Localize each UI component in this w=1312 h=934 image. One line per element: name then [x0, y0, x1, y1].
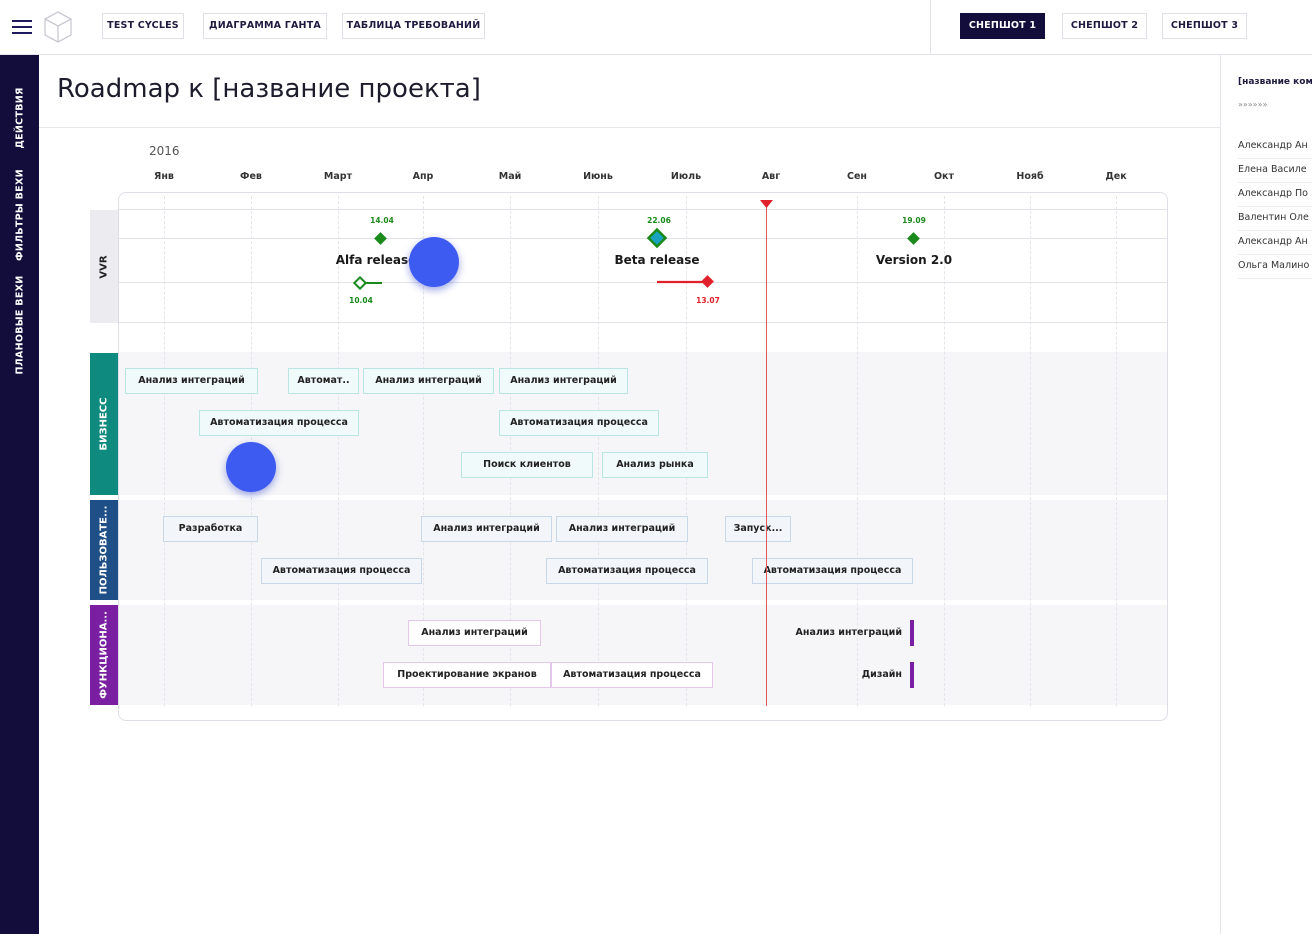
- version-2-label[interactable]: Version 2.0: [854, 253, 974, 267]
- grid-line: [338, 196, 339, 706]
- team-member[interactable]: Елена Василе: [1238, 159, 1312, 183]
- cube-icon: [44, 11, 72, 43]
- task-bar[interactable]: Запуск...: [725, 516, 791, 542]
- task-bar[interactable]: Анализ интеграций: [408, 620, 541, 646]
- task-bar[interactable]: Автоматизация процесса: [199, 410, 359, 436]
- lane-label-text: БИЗНЕСС: [98, 397, 110, 451]
- task-bar[interactable]: Разработка: [163, 516, 258, 542]
- task-bar[interactable]: Анализ интеграций: [125, 368, 258, 394]
- beta-actual-date: 13.07: [696, 296, 720, 305]
- task-bar[interactable]: Анализ интеграций: [499, 368, 628, 394]
- touch-indicator: [226, 442, 276, 492]
- beta-plan-diamond-icon[interactable]: [646, 227, 668, 249]
- deadline-marker[interactable]: Анализ интеграций: [770, 620, 914, 646]
- milestone-row-divider: [119, 282, 1167, 283]
- task-bar[interactable]: Автомат..: [288, 368, 359, 394]
- task-bar[interactable]: Анализ интеграций: [421, 516, 552, 542]
- deadline-marker[interactable]: Дизайн: [834, 662, 914, 688]
- lane-label-user: ПОЛЬЗОВАТЕ...: [90, 500, 118, 600]
- page-title: Roadmap к [название проекта]: [57, 74, 481, 104]
- lane-label-vvr: VVR: [90, 210, 118, 323]
- lane-label-text: ФУНКЦИОНА...: [98, 611, 110, 699]
- team-subtitle: »»»»»»: [1238, 100, 1268, 109]
- topbar-divider: [930, 0, 931, 55]
- left-sidebar: ДЕЙСТВИЯ ФИЛЬТРЫ ВЕХИ ПЛАНОВЫЕ ВЕХИ: [0, 55, 39, 934]
- team-member[interactable]: Ольга Малино: [1238, 255, 1312, 279]
- tab-requirements-table[interactable]: ТАБЛИЦА ТРЕБОВАНИЙ: [342, 13, 485, 39]
- snapshot-1-button[interactable]: СНЕПШОТ 1: [960, 13, 1045, 39]
- lane-band-functional: [119, 605, 1167, 705]
- tab-test-cycles[interactable]: TEST CYCLES: [102, 13, 184, 39]
- grid-line: [164, 196, 165, 706]
- team-title: [название ком: [1238, 77, 1312, 87]
- today-marker-arrow-icon: [760, 200, 773, 208]
- milestone-row-divider: [119, 209, 1167, 210]
- lane-band-user: [119, 500, 1167, 600]
- top-bar: TEST CYCLES ДИАГРАММА ГАНТА ТАБЛИЦА ТРЕБ…: [0, 0, 1312, 55]
- month-label: Янв: [154, 171, 174, 182]
- alfa-plan-date: 14.04: [370, 216, 394, 225]
- task-bar[interactable]: Автоматизация процесса: [752, 558, 913, 584]
- lane-label-business: БИЗНЕСС: [90, 353, 118, 495]
- task-bar[interactable]: Анализ рынка: [602, 452, 708, 478]
- task-bar[interactable]: Автоматизация процесса: [499, 410, 659, 436]
- sidebar-item-label: ПЛАНОВЫЕ ВЕХИ: [14, 275, 26, 375]
- task-bar[interactable]: Проектирование экранов: [383, 662, 551, 688]
- grid-line: [686, 196, 687, 706]
- month-label: Июнь: [583, 171, 613, 182]
- beta-plan-date: 22.06: [647, 216, 671, 225]
- task-bar[interactable]: Поиск клиентов: [461, 452, 593, 478]
- month-label: Дек: [1105, 171, 1127, 182]
- today-marker: [766, 205, 767, 706]
- month-label: Май: [498, 171, 522, 182]
- month-label: Авг: [761, 171, 781, 182]
- sidebar-item-actions[interactable]: ДЕЙСТВИЯ: [0, 73, 39, 163]
- beta-release-label[interactable]: Beta release: [597, 253, 717, 267]
- lane-label-text: VVR: [98, 254, 110, 279]
- month-label: Окт: [933, 171, 955, 182]
- milestone-row-divider: [119, 322, 1167, 323]
- task-bar[interactable]: Автоматизация процесса: [261, 558, 422, 584]
- sidebar-item-milestone-filters[interactable]: ФИЛЬТРЫ ВЕХИ: [0, 155, 39, 275]
- grid-line: [598, 196, 599, 706]
- snapshot-2-button[interactable]: СНЕПШОТ 2: [1062, 13, 1147, 39]
- v2-plan-diamond-icon[interactable]: [906, 231, 921, 246]
- alfa-actual-marker-icon[interactable]: [352, 276, 386, 290]
- month-label: Март: [323, 171, 353, 182]
- milestone-row-divider: [119, 238, 1167, 239]
- timeline-year: 2016: [149, 144, 180, 158]
- touch-indicator: [409, 237, 459, 287]
- lane-label-functional: ФУНКЦИОНА...: [90, 605, 118, 705]
- alfa-plan-diamond-icon[interactable]: [373, 231, 388, 246]
- snapshot-3-button[interactable]: СНЕПШОТ 3: [1162, 13, 1247, 39]
- month-label: Нояб: [1016, 171, 1044, 182]
- lane-label-text: ПОЛЬЗОВАТЕ...: [98, 505, 110, 595]
- month-label: Апр: [412, 171, 434, 182]
- hamburger-menu-icon[interactable]: [12, 16, 32, 36]
- alfa-actual-date: 10.04: [349, 296, 373, 305]
- header-divider: [39, 127, 1220, 128]
- tab-gantt-chart[interactable]: ДИАГРАММА ГАНТА: [203, 13, 327, 39]
- grid-line: [944, 196, 945, 706]
- month-label: Сен: [847, 171, 867, 182]
- month-label: Июль: [670, 171, 702, 182]
- grid-line: [1116, 196, 1117, 706]
- task-bar[interactable]: Анализ интеграций: [556, 516, 688, 542]
- right-panel: [название ком »»»»»» Александр Ан Елена …: [1220, 55, 1312, 934]
- sidebar-item-label: ФИЛЬТРЫ ВЕХИ: [14, 169, 26, 261]
- task-bar[interactable]: Автоматизация процесса: [551, 662, 713, 688]
- beta-delay-marker-icon[interactable]: [655, 275, 717, 289]
- grid-line: [1030, 196, 1031, 706]
- v2-plan-date: 19.09: [902, 216, 926, 225]
- team-member[interactable]: Александр По: [1238, 183, 1312, 207]
- month-label: Фев: [240, 171, 262, 182]
- team-member[interactable]: Валентин Оле: [1238, 207, 1312, 231]
- team-member[interactable]: Александр Ан: [1238, 231, 1312, 255]
- sidebar-item-label: ДЕЙСТВИЯ: [14, 87, 26, 149]
- task-bar[interactable]: Автоматизация процесса: [546, 558, 708, 584]
- sidebar-item-planned-milestones[interactable]: ПЛАНОВЫЕ ВЕХИ: [0, 265, 39, 385]
- team-member[interactable]: Александр Ан: [1238, 135, 1312, 159]
- task-bar[interactable]: Анализ интеграций: [363, 368, 494, 394]
